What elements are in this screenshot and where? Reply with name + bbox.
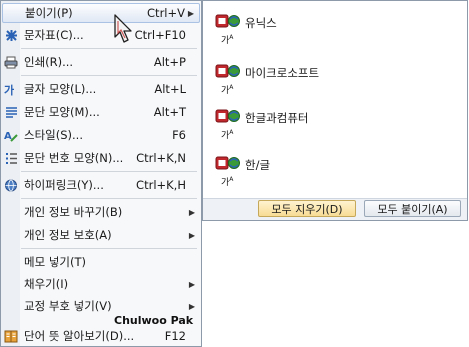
clipboard-text-icon [215,64,243,81]
menu-item-label: 문자표(C)... [24,28,84,42]
menu-item-label: 문단 번호 모양(N)... [24,151,124,165]
menu-item-shortcut: F12 [164,329,186,343]
clipboard-item-label: 한글과컴퓨터 [245,110,309,125]
clear-all-button[interactable]: 모두 지우기(D) [258,200,356,217]
clipboard-footer: 모두 지우기(D) 모두 붙이기(A) [203,198,467,220]
paste-all-button[interactable]: 모두 붙이기(A) [364,200,461,217]
clipboard-item[interactable]: 한/글 [215,156,270,173]
svg-text:가: 가 [4,83,14,96]
font-shape-icon: 가 [2,83,20,96]
menu-item-label: 메모 넣기(T) [24,255,86,269]
menu-separator [21,248,197,249]
menu-item-shortcut: Ctrl+K,N [136,151,186,165]
menu-item-style[interactable]: A 스타일(S)... F6 [2,125,200,145]
menu-separator [21,75,197,76]
context-menu: 붙이기(P) Ctrl+V ▶ 문자표(C)... Ctrl+F10 인쇄(R)… [0,0,202,347]
clipboard-item[interactable]: 마이크로소프트 [215,64,319,81]
submenu-arrow-icon: ▶ [188,279,195,289]
menu-item-protect-personal-info[interactable]: 개인 정보 보호(A) ▶ [2,225,200,245]
menu-item-label: 채우기(I) [24,277,69,291]
clipboard-item-label: 한/글 [245,157,271,172]
menu-item-shortcut: Ctrl+F10 [134,28,186,42]
menu-item-label: 하이퍼링크(Y)... [24,178,104,192]
menu-item-shortcut: F6 [172,128,186,142]
menu-separator [21,198,197,199]
menu-item-shortcut: Ctrl+K,H [136,178,186,192]
clipboard-item-label: 유닉스 [245,15,277,30]
submenu-arrow-icon: ▶ [187,8,194,18]
menu-item-character-map[interactable]: 문자표(C)... Ctrl+F10 [2,25,200,45]
clipboard-item-label: 마이크로소프트 [245,65,320,80]
menu-item-change-personal-info[interactable]: 개인 정보 바꾸기(B) ▶ [2,202,200,222]
clipboard-item[interactable]: 유닉스 [215,14,277,31]
menu-item-fill[interactable]: 채우기(I) ▶ [2,274,200,294]
menu-item-insert-memo[interactable]: 메모 넣기(T) [2,252,200,272]
hyperlink-icon [2,179,20,192]
format-indicator-icon: 가A [221,176,234,188]
clipboard-text-icon [215,14,243,31]
watermark: Chulwoo Pak [114,314,194,327]
menu-item-shortcut: Alt+L [154,82,186,96]
menu-item-label: 글자 모양(L)... [24,82,97,96]
dictionary-icon [2,330,20,343]
menu-item-shortcut: Alt+T [153,105,186,119]
menu-separator [21,171,197,172]
style-icon: A [2,129,20,142]
format-indicator-icon: 가A [221,84,234,96]
menu-item-label: 개인 정보 보호(A) [24,228,112,242]
clipboard-submenu: 유닉스 가A 마이크로소프트 가A 한글과컴퓨터 가A 한/글 가A 모두 지우… [202,0,468,221]
clipboard-item[interactable]: 한글과컴퓨터 [215,109,308,126]
printer-icon [2,56,20,69]
character-map-icon [2,29,20,42]
menu-separator [21,48,197,49]
submenu-arrow-icon: ▶ [188,207,195,217]
menu-item-label: 개인 정보 바꾸기(B) [24,205,123,219]
clipboard-text-icon [215,109,243,126]
menu-item-print[interactable]: 인쇄(R)... Alt+P [2,52,200,72]
menu-item-paste[interactable]: 붙이기(P) Ctrl+V ▶ [2,3,200,23]
menu-item-label: 교정 부호 넣기(V) [24,299,112,313]
menu-item-hyperlink[interactable]: 하이퍼링크(Y)... Ctrl+K,H [2,175,200,195]
submenu-arrow-icon: ▶ [188,230,195,240]
menu-item-shortcut: Alt+P [153,55,186,69]
numbering-icon [2,152,20,165]
menu-item-shortcut: Ctrl+V [147,6,185,20]
mouse-cursor-icon [114,14,136,47]
format-indicator-icon: 가A [221,129,234,141]
clipboard-text-icon [215,156,243,173]
menu-item-label: 문단 모양(M)... [24,105,100,119]
format-indicator-icon: 가A [221,34,234,46]
menu-item-proofreading-marks[interactable]: 교정 부호 넣기(V) ▶ [2,296,200,316]
menu-item-label: 스타일(S)... [24,128,83,142]
submenu-arrow-icon: ▶ [188,301,195,311]
menu-item-label: 붙이기(P) [25,6,73,20]
menu-item-dictionary[interactable]: 단어 뜻 알아보기(D)... F12 [2,326,200,346]
menu-item-numbering[interactable]: 문단 번호 모양(N)... Ctrl+K,N [2,148,200,168]
menu-item-label: 인쇄(R)... [24,55,74,69]
menu-item-label: 단어 뜻 알아보기(D)... [24,329,135,343]
menu-item-font-shape[interactable]: 가 글자 모양(L)... Alt+L [2,79,200,99]
menu-item-paragraph-shape[interactable]: 문단 모양(M)... Alt+T [2,102,200,122]
paragraph-shape-icon [2,106,20,119]
